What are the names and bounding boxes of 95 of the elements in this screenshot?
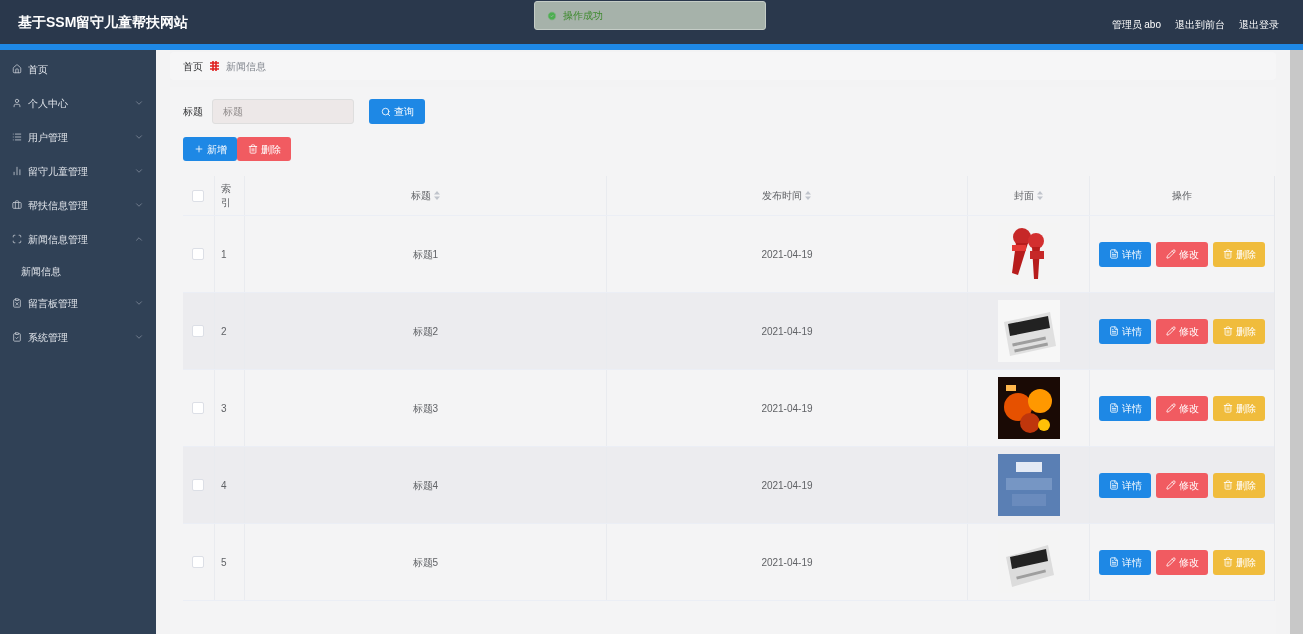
list-icon [12,132,22,142]
table-cell-text: 3 [220,401,227,416]
row-action-button[interactable]: 详情 [1099,549,1152,575]
sort-icon[interactable] [805,191,812,200]
sidebar-item[interactable]: 新闻信息管理 [0,222,156,256]
search-field[interactable]: 标题 [212,99,354,124]
row-action-button[interactable]: 修改 [1156,472,1209,498]
header-link[interactable]: 退出登录 [1239,16,1279,32]
row-action-button[interactable]: 详情 [1099,241,1152,267]
chevron-up-icon [134,234,144,244]
column-header[interactable]: 索引 [220,181,232,210]
column-header[interactable]: 封面 [1014,188,1044,203]
table-cell-text: 1 [220,247,227,262]
document-icon [1108,249,1119,259]
table-cell-text: 标题1 [412,247,439,262]
checkbox[interactable] [192,402,205,414]
search-icon [380,106,391,117]
briefcase-icon [12,200,22,210]
column-header[interactable]: 发布时间 [762,188,812,203]
document-icon [1108,326,1119,336]
sidebar-item[interactable]: 用户管理 [0,120,156,154]
chevron-down-icon [134,98,144,108]
chevron-down-icon [134,200,144,210]
trash-icon [1222,249,1233,259]
trash-icon [1222,403,1233,413]
separator-icon [209,61,220,71]
sidebar-subitem[interactable]: 新闻信息 [0,256,156,286]
table-cell-text: 标题2 [412,324,439,339]
site-title: 基于SSM留守儿童帮扶网站 [18,12,189,32]
sidebar-item[interactable]: 系统管理 [0,320,156,354]
sidebar-item[interactable]: 留守儿童管理 [0,154,156,188]
sort-icon[interactable] [433,191,440,200]
trash-icon [1222,557,1233,567]
search-button[interactable]: 查询 [369,99,425,124]
trash-icon [247,144,258,154]
row-action-button[interactable]: 修改 [1156,318,1209,344]
breadcrumb-link[interactable]: 新闻信息 [226,58,266,74]
row-action-button[interactable]: 修改 [1156,241,1209,267]
row-action-button[interactable]: 详情 [1099,472,1152,498]
breadcrumb-link[interactable]: 首页 [183,58,203,74]
pencil-icon [1165,403,1176,413]
column-header[interactable]: 操作 [1172,188,1193,203]
table-cell-text: 标题4 [412,478,439,493]
pencil-icon [1165,557,1176,567]
table-cell-text: 标题5 [412,555,439,570]
clipboard-icon [12,298,22,308]
checkbox[interactable] [192,248,205,260]
scan-icon [12,234,22,244]
success-icon [547,10,557,21]
home-icon [12,64,22,74]
table-cell-text: 2021-04-19 [761,555,813,570]
table-cell-text: 2 [220,324,227,339]
checkbox[interactable] [192,189,205,202]
row-action-button[interactable]: 详情 [1099,318,1152,344]
sidebar-item[interactable]: 首页 [0,52,156,86]
row-action-button[interactable]: 修改 [1156,549,1209,575]
sidebar-item[interactable]: 个人中心 [0,86,156,120]
chevron-down-icon [134,298,144,308]
bar-chart-icon [12,166,22,176]
header-link[interactable]: 管理员 abo [1111,16,1161,32]
row-action-button[interactable]: 修改 [1156,395,1209,421]
chevron-down-icon [134,132,144,142]
document-icon [1108,480,1119,490]
document-icon [1108,557,1119,567]
sidebar-item[interactable]: 留言板管理 [0,286,156,320]
table-cell-text: 2021-04-19 [761,247,813,262]
field-label: 标题 [183,105,203,119]
plus-icon [193,144,204,154]
column-header[interactable]: 标题 [410,188,440,203]
table-cell-text: 2021-04-19 [761,478,813,493]
chevron-down-icon [134,166,144,176]
chevron-down-icon [134,332,144,342]
add-button[interactable]: 新增 [183,137,237,161]
clipboard-icon [12,332,22,342]
sort-icon[interactable] [1037,191,1044,200]
header-link[interactable]: 退出到前台 [1175,16,1225,32]
toast-message: 操作成功 [563,9,603,23]
pencil-icon [1165,480,1176,490]
delete-button[interactable]: 删除 [237,137,291,161]
user-icon [12,98,22,108]
table-cell-text: 2021-04-19 [761,324,813,339]
trash-icon [1222,480,1233,490]
checkbox[interactable] [192,325,205,337]
table-cell-text: 标题3 [412,401,439,416]
document-icon [1108,403,1119,413]
pencil-icon [1165,326,1176,336]
trash-icon [1222,326,1233,336]
checkbox[interactable] [192,479,205,491]
table-cell-text: 2021-04-19 [761,401,813,416]
sidebar-item[interactable]: 帮扶信息管理 [0,188,156,222]
table-cell-text: 4 [220,478,227,493]
checkbox[interactable] [192,556,205,568]
pencil-icon [1165,249,1176,259]
row-action-button[interactable]: 详情 [1099,395,1152,421]
table-cell-text: 5 [220,555,227,570]
